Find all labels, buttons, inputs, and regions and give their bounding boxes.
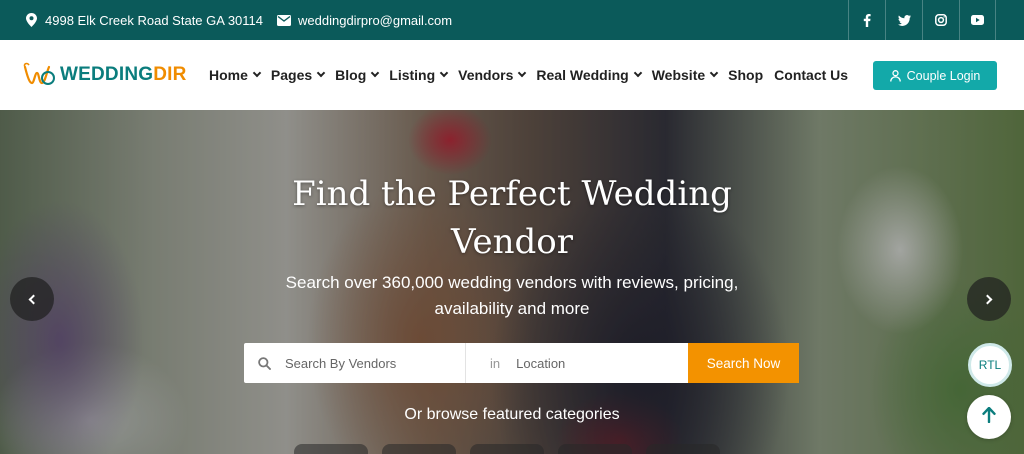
nav-menu: Home Pages Blog Listing Vendors Real Wed… [209,40,859,110]
logo-text-wedding: WEDDING [60,64,154,85]
rtl-toggle-button[interactable]: RTL [968,343,1012,387]
envelope-icon [277,13,292,27]
featured-categories [294,444,734,454]
logo-text: WEDDINGDIR [60,64,187,86]
category-chip[interactable] [382,444,456,454]
site-logo[interactable]: WEDDINGDIR [22,60,187,90]
chevron-down-icon [371,68,380,78]
address-text: 4998 Elk Creek Road State GA 30114 [45,12,264,28]
nav-item-pages[interactable]: Pages [270,67,326,83]
in-label: in [490,355,501,371]
nav-label: Real Wedding [536,67,629,83]
chevron-left-icon [28,294,39,304]
vendor-placeholder: Search By Vendors [285,355,397,371]
search-icon [258,356,271,370]
location-placeholder: Location [516,355,566,371]
category-chip[interactable] [294,444,368,454]
nav-item-vendors[interactable]: Vendors [458,67,527,83]
facebook-icon[interactable] [848,0,885,40]
nav-label: Listing [389,67,436,83]
nav-label: Home [209,67,248,83]
category-chip[interactable] [646,444,720,454]
nav-label: Contact Us [774,67,849,83]
chevron-down-icon [439,68,449,78]
arrow-up-icon [982,406,996,428]
nav-item-home[interactable]: Home [209,67,262,83]
hero-title: Find the Perfect Wedding Vendor [292,174,732,262]
nav-item-blog[interactable]: Blog [335,67,380,83]
nav-label: Blog [335,67,367,83]
hero-subtitle: Search over 360,000 wedding vendors with… [285,273,739,318]
nav-label: Shop [728,67,764,83]
chevron-down-icon [633,68,642,78]
vendor-search-form: Search By Vendors in Location Search Now [244,343,799,383]
couple-login-button[interactable]: Couple Login [873,61,997,90]
scroll-to-top-button[interactable] [967,395,1011,439]
instagram-icon[interactable] [922,0,959,40]
twitter-icon[interactable] [885,0,922,40]
nav-item-shop[interactable]: Shop [728,67,763,83]
main-navigation: WEDDINGDIR Home Pages Blog Listing Vendo… [0,40,1024,110]
hero-banner: Find the Perfect Wedding Vendor Search o… [0,110,1024,454]
logo-text-dir: DIR [153,64,187,85]
location-input[interactable]: in Location [466,343,688,383]
address-item: 4998 Elk Creek Road State GA 30114 [24,13,263,28]
nav-item-real-wedding[interactable]: Real Wedding [536,67,642,83]
social-links [848,0,996,40]
chevron-down-icon [316,68,326,78]
map-marker-icon [24,13,38,27]
browse-categories-text: Or browse featured categories [404,406,620,423]
contact-info: 4998 Elk Creek Road State GA 30114 weddi… [24,0,466,40]
chevron-right-icon [982,294,993,304]
user-icon [889,69,901,82]
nav-label: Website [651,67,706,83]
nav-label: Pages [270,67,313,83]
nav-item-website[interactable]: Website [651,67,719,83]
category-chip[interactable] [558,444,632,454]
email-item[interactable]: weddingdirpro@gmail.com [277,13,452,28]
top-info-bar: 4998 Elk Creek Road State GA 30114 weddi… [0,0,1024,40]
email-text[interactable]: weddingdirpro@gmail.com [298,13,452,28]
couple-login-label: Couple Login [906,68,981,83]
nav-label: Vendors [458,67,514,83]
slider-prev-button[interactable] [10,277,54,321]
category-chip[interactable] [470,444,544,454]
chevron-down-icon [518,68,527,78]
search-now-button[interactable]: Search Now [688,343,799,383]
chevron-down-icon [252,68,262,78]
youtube-icon[interactable] [959,0,996,40]
vendor-search-input[interactable]: Search By Vendors [244,343,466,383]
nav-item-contact-us[interactable]: Contact Us [774,67,848,83]
chevron-down-icon [709,68,719,78]
rings-logo-icon [22,61,58,89]
nav-item-listing[interactable]: Listing [389,67,449,83]
slider-next-button[interactable] [967,277,1011,321]
